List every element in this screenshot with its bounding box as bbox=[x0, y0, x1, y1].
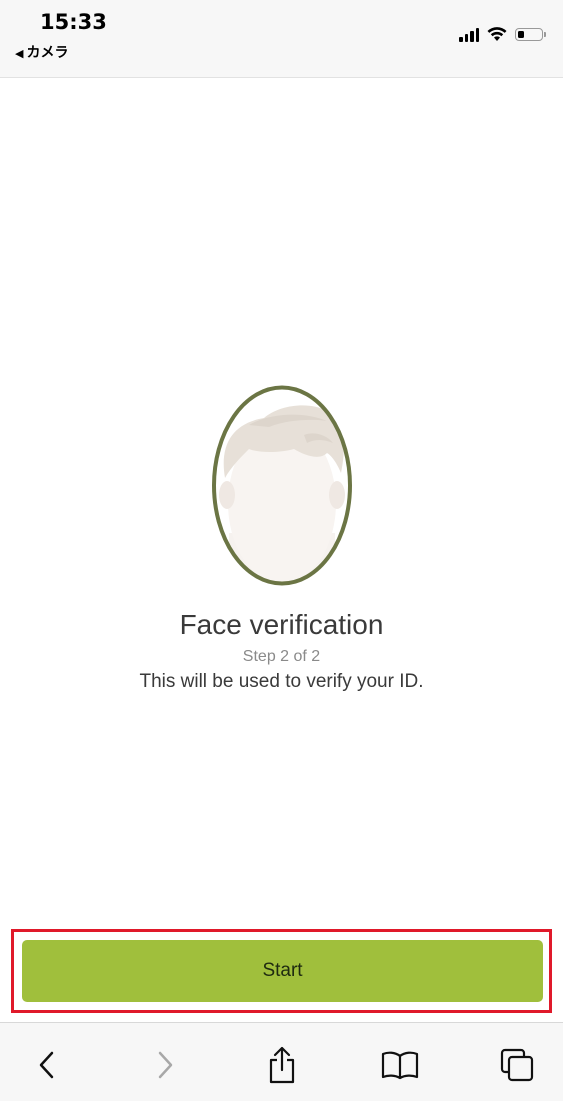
browser-toolbar bbox=[0, 1022, 563, 1101]
status-time: 15:33 bbox=[40, 10, 107, 34]
back-app-label: カメラ bbox=[26, 45, 69, 61]
status-bar: 15:33 ◀ カメラ bbox=[0, 0, 563, 78]
forward-icon[interactable] bbox=[145, 1045, 185, 1085]
face-oval-icon bbox=[212, 385, 352, 586]
description-text: This will be used to verify your ID. bbox=[139, 671, 424, 692]
bookmarks-icon[interactable] bbox=[380, 1045, 420, 1085]
step-indicator: Step 2 of 2 bbox=[242, 648, 321, 665]
page-title: Face verification bbox=[179, 609, 384, 640]
wifi-icon bbox=[487, 27, 507, 41]
back-to-app-link[interactable]: ◀ カメラ bbox=[15, 42, 68, 62]
share-icon[interactable] bbox=[262, 1045, 302, 1085]
status-icons bbox=[459, 24, 546, 44]
back-icon[interactable] bbox=[27, 1045, 67, 1085]
battery-icon bbox=[515, 27, 546, 41]
signal-bars-icon bbox=[459, 27, 479, 42]
start-button[interactable]: Start bbox=[22, 940, 543, 1002]
tabs-icon[interactable] bbox=[497, 1045, 537, 1085]
back-triangle-icon: ◀ bbox=[15, 47, 24, 60]
